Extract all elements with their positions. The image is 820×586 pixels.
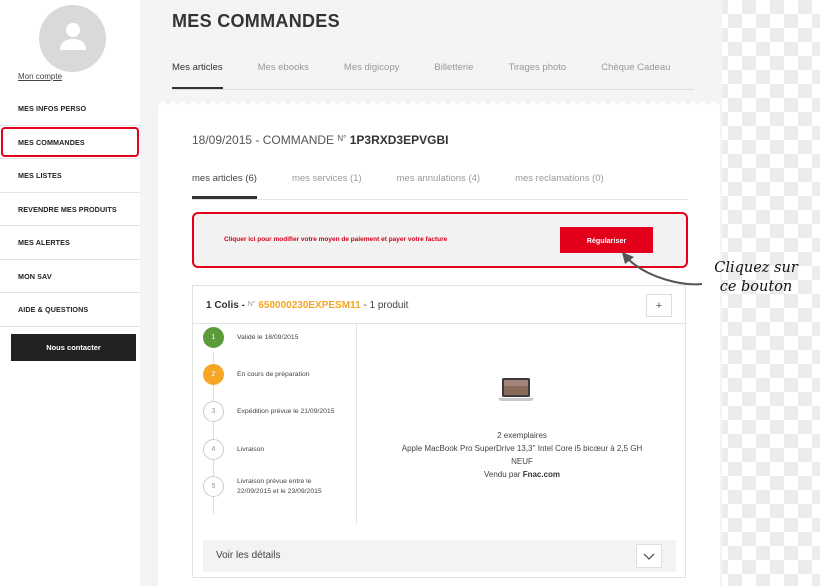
step-label: Validé le 18/09/2015 <box>237 333 299 341</box>
sidebar-item-aide[interactable]: AIDE & QUESTIONS <box>0 293 140 327</box>
subtab-mes-annulations[interactable]: mes annulations (4) <box>397 173 480 199</box>
step-label: Expédition prévue le 21/09/2015 <box>237 407 335 415</box>
payment-message[interactable]: Cliquer ici pour modifier votre moyen de… <box>224 236 447 243</box>
annotation-line-2: ce bouton <box>719 279 793 295</box>
sidebar-item-commandes[interactable]: MES COMMANDES <box>0 126 140 159</box>
main-content: MES COMMANDES Mes articles Mes ebooks Me… <box>140 0 722 586</box>
subtab-mes-services[interactable]: mes services (1) <box>292 173 362 199</box>
step-label: Livraison <box>237 445 265 453</box>
account-link[interactable]: Mon compte <box>18 72 62 81</box>
vendor-name[interactable]: Fnac.com <box>523 470 560 479</box>
order-title: 18/09/2015 - COMMANDE N° 1P3RXD3EPVGBI <box>192 133 448 147</box>
product-quantity: 2 exemplaires <box>497 431 547 440</box>
product-vendor: Vendu par Fnac.com <box>357 470 687 479</box>
subtabs-divider <box>192 199 688 200</box>
subtab-mes-reclamations[interactable]: mes reclamations (0) <box>515 173 604 199</box>
sidebar-item-alertes[interactable]: MES ALERTES <box>0 226 140 260</box>
step-livraison: 4 Livraison <box>203 439 342 460</box>
order-card: 18/09/2015 - COMMANDE N° 1P3RXD3EPVGBI m… <box>158 105 720 586</box>
tab-billetterie[interactable]: Billetterie <box>434 62 473 90</box>
details-bar[interactable]: Voir les détails <box>203 540 676 572</box>
tab-tirages-photo[interactable]: Tirages photo <box>508 62 566 90</box>
sidebar: Mon compte MES INFOS PERSO MES COMMANDES… <box>0 0 140 586</box>
tabs-divider <box>172 89 694 90</box>
step-number: 4 <box>203 439 224 460</box>
contact-button[interactable]: Nous contacter <box>11 334 136 361</box>
product-info: 2 exemplaires Apple MacBook Pro SuperDri… <box>357 324 687 524</box>
avatar[interactable] <box>39 5 106 72</box>
order-date: 18/09/2015 - COMMANDE <box>192 133 335 147</box>
tab-mes-digicopy[interactable]: Mes digicopy <box>344 62 399 90</box>
package-number-symbol: N° <box>247 301 256 308</box>
step-expedition: 3 Expédition prévue le 21/09/2015 <box>203 401 342 422</box>
step-validated: 1 Validé le 18/09/2015 <box>203 327 342 348</box>
tab-mes-articles[interactable]: Mes articles <box>172 62 223 90</box>
subtab-mes-articles[interactable]: mes articles (6) <box>192 173 257 199</box>
annotation-arrow-icon <box>622 252 703 286</box>
top-tabs: Mes articles Mes ebooks Mes digicopy Bil… <box>172 62 705 90</box>
sidebar-item-listes[interactable]: MES LISTES <box>0 159 140 193</box>
tab-cheque-cadeau[interactable]: Chèque Cadeau <box>601 62 670 90</box>
laptop-image[interactable] <box>497 377 535 403</box>
step-number: 5 <box>203 476 224 497</box>
product-name[interactable]: Apple MacBook Pro SuperDrive 13,3'' Inte… <box>357 444 687 453</box>
chevron-down-icon <box>643 553 655 560</box>
package-reference[interactable]: 650000230EXPESM11 <box>258 300 360 311</box>
annotation-line-1: Cliquez sur <box>714 260 798 276</box>
step-preparation: 2 En cours de préparation <box>203 364 342 385</box>
tab-mes-ebooks[interactable]: Mes ebooks <box>258 62 309 90</box>
package-header: 1 Colis - N° 650000230EXPESM11 - 1 produ… <box>193 286 687 324</box>
sidebar-item-infos-perso[interactable]: MES INFOS PERSO <box>0 92 140 126</box>
sidebar-menu: MES INFOS PERSO MES COMMANDES MES LISTES… <box>0 92 140 327</box>
delivery-steps: 1 Validé le 18/09/2015 2 En cours de pré… <box>193 324 357 524</box>
step-label: Livraison prévue entre le 22/09/2015 et … <box>237 477 322 495</box>
page-title: MES COMMANDES <box>172 11 340 31</box>
step-number: 1 <box>203 327 224 348</box>
vendor-prefix: Vendu par <box>483 470 521 479</box>
step-label: En cours de préparation <box>237 370 310 378</box>
package-panel: 1 Colis - N° 650000230EXPESM11 - 1 produ… <box>192 285 687 578</box>
annotation-callout: Cliquez sur ce bouton <box>694 259 818 297</box>
package-title: 1 Colis - N° 650000230EXPESM11 - 1 produ… <box>206 300 408 311</box>
package-label: 1 Colis - <box>206 300 245 311</box>
package-count: - 1 produit <box>363 300 409 311</box>
expand-button[interactable]: + <box>646 294 672 317</box>
step-livraison-prevue: 5 Livraison prévue entre le 22/09/2015 e… <box>203 476 342 497</box>
details-label[interactable]: Voir les détails <box>216 550 280 561</box>
sidebar-item-sav[interactable]: MON SAV <box>0 260 140 293</box>
step-number: 2 <box>203 364 224 385</box>
order-number: 1P3RXD3EPVGBI <box>349 133 449 147</box>
sidebar-item-revendre[interactable]: REVENDRE MES PRODUITS <box>0 193 140 226</box>
details-toggle-button[interactable] <box>636 544 662 568</box>
product-condition: NEUF <box>511 457 533 466</box>
order-number-symbol: N° <box>337 134 347 143</box>
step-number: 3 <box>203 401 224 422</box>
order-subtabs: mes articles (6) mes services (1) mes an… <box>192 173 639 199</box>
user-icon <box>60 23 86 50</box>
